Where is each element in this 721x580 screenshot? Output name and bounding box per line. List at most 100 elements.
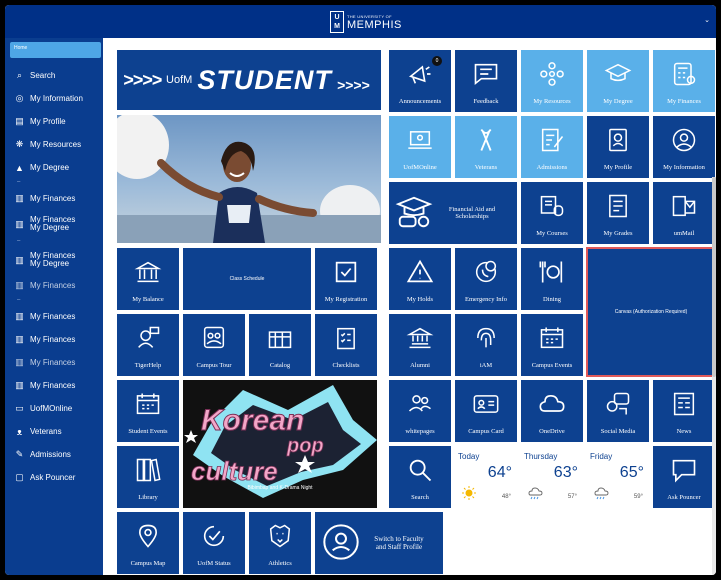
tile-my-resources[interactable]: My Resources bbox=[521, 50, 583, 112]
tour-group-icon bbox=[183, 314, 245, 362]
tile-ask-pouncer[interactable]: Ask Pouncer bbox=[653, 446, 715, 508]
sidebar-item-my-finances[interactable]: ▥ My Finances My Degree bbox=[5, 210, 103, 238]
banner-arrows-right: >>>> bbox=[336, 77, 370, 93]
tile-ummail[interactable]: umMail bbox=[653, 182, 715, 244]
rain-cloud-icon bbox=[528, 487, 543, 500]
tile-news[interactable]: News bbox=[653, 380, 715, 442]
tile-my-registration[interactable]: My Registration bbox=[315, 248, 377, 310]
tile-student-events[interactable]: Student Events bbox=[117, 380, 179, 442]
tile-onedrive[interactable]: OneDrive bbox=[521, 380, 583, 442]
sidebar: Home ⌕ Search ◎ My Information ▤ My Profile… bbox=[5, 38, 103, 575]
sidebar-item-my-finances[interactable]: ▥ My Finances bbox=[5, 187, 103, 210]
sidebar-item-admissions[interactable]: ✎ Admissions bbox=[5, 443, 103, 466]
sidebar-item-my-degree[interactable]: ▲ My Degree bbox=[5, 156, 103, 179]
tile-campus-card[interactable]: Campus Card bbox=[455, 380, 517, 442]
scrollbar-thumb[interactable] bbox=[712, 177, 716, 377]
laptop-icon bbox=[389, 116, 451, 164]
ribbon-icon: ᴥ bbox=[16, 426, 23, 437]
tile-my-holds[interactable]: My Holds bbox=[389, 248, 451, 310]
tile-label: Checklists bbox=[332, 362, 360, 369]
star-shape bbox=[184, 430, 198, 443]
sidebar-item-my-finances[interactable]: ▥ My Finances bbox=[5, 274, 103, 297]
sidebar-item-my-finances[interactable]: ▥ My Finances bbox=[5, 328, 103, 351]
tile-switch-profile[interactable]: Switch to Faculty and Staff Profile bbox=[315, 512, 443, 574]
tile-campus-tour[interactable]: Campus Tour bbox=[183, 314, 245, 376]
sidebar-item-home[interactable]: Home bbox=[10, 42, 101, 58]
tile-my-balance[interactable]: My Balance bbox=[117, 248, 179, 310]
tile-dining[interactable]: Dining bbox=[521, 248, 583, 310]
sidebar-item-my-finances[interactable]: ▥ My Finances bbox=[5, 351, 103, 374]
tile-alumni[interactable]: Alumni bbox=[389, 314, 451, 376]
switch-profile-icon bbox=[321, 522, 361, 564]
sidebar-item-my-finances[interactable]: ▥ My Finances bbox=[5, 305, 103, 328]
tile-checklists[interactable]: Checklists bbox=[315, 314, 377, 376]
sidebar-item-veterans[interactable]: ᴥ Veterans bbox=[5, 420, 103, 443]
24-hour-phone-icon bbox=[455, 248, 517, 296]
university-logo[interactable]: UM THE UNIVERSITY OF MEMPHIS bbox=[330, 11, 402, 33]
application-form-icon bbox=[521, 116, 583, 164]
grades-icon bbox=[587, 182, 649, 230]
tile-canvas[interactable]: Canvas (Authorization Required) bbox=[586, 247, 716, 377]
sidebar-item-label: My Degree bbox=[30, 163, 70, 172]
tile-feedback[interactable]: Feedback bbox=[455, 50, 517, 112]
tile-my-courses[interactable]: My Courses bbox=[521, 182, 583, 244]
bank-icon: ▥ bbox=[15, 380, 24, 390]
tile-label: Student Events bbox=[128, 428, 168, 435]
tile-label: Campus Events bbox=[531, 362, 573, 369]
tile-catalog[interactable]: Catalog bbox=[249, 314, 311, 376]
tile-admissions[interactable]: Admissions bbox=[521, 116, 583, 178]
tile-my-degree[interactable]: My Degree bbox=[587, 50, 649, 112]
sidebar-item-label: Veterans bbox=[30, 427, 62, 436]
tile-label: Search bbox=[411, 494, 429, 501]
weather-low: 48° bbox=[501, 494, 511, 500]
bank-icon: ▥ bbox=[15, 193, 24, 203]
sidebar-item-my-finances[interactable]: ▥ My Finances My Degree bbox=[5, 246, 103, 274]
sidebar-item-uofmonline[interactable]: ▭ UofMOnline bbox=[5, 397, 103, 420]
tile-search[interactable]: Search bbox=[389, 446, 451, 508]
laptop-icon: ▭ bbox=[15, 403, 24, 413]
sidebar-item-search[interactable]: ⌕ Search bbox=[5, 64, 103, 87]
sidebar-item-label: My Finances bbox=[30, 358, 76, 367]
event-promo-card[interactable]: Korean pop culture Bibimbap and K-Drama … bbox=[183, 380, 377, 508]
tile-my-grades[interactable]: My Grades bbox=[587, 182, 649, 244]
tile-my-information[interactable]: My Information bbox=[653, 116, 715, 178]
calculator-icon bbox=[653, 50, 715, 98]
tile-tigerhelp[interactable]: TigerHelp bbox=[117, 314, 179, 376]
tile-iam[interactable]: iAM bbox=[455, 314, 517, 376]
sidebar-item-my-profile[interactable]: ▤ My Profile bbox=[5, 110, 103, 133]
banner-arrows-left: >>>> bbox=[123, 69, 162, 90]
sidebar-item-label: My Finances My Degree bbox=[30, 215, 76, 232]
tile-my-profile[interactable]: My Profile bbox=[587, 116, 649, 178]
tile-my-finances[interactable]: My Finances bbox=[653, 50, 715, 112]
sidebar-item-label: Search bbox=[30, 71, 56, 80]
tile-class-schedule[interactable]: Class Schedule bbox=[183, 248, 311, 310]
tile-veterans[interactable]: Veterans bbox=[455, 116, 517, 178]
tile-social-media[interactable]: Social Media bbox=[587, 380, 649, 442]
tile-emergency-info[interactable]: Emergency Info bbox=[455, 248, 517, 310]
sidebar-item-my-finances[interactable]: ▥ My Finances bbox=[5, 374, 103, 397]
tile-label: Campus Card bbox=[468, 428, 504, 435]
top-bar: UM THE UNIVERSITY OF MEMPHIS ⌄ bbox=[5, 5, 716, 38]
sidebar-item-my-resources[interactable]: ❋ My Resources bbox=[5, 133, 103, 156]
tile-uofm-status[interactable]: UofM Status bbox=[183, 512, 245, 574]
tile-uofmonline[interactable]: UofMOnline bbox=[389, 116, 451, 178]
social-media-icon bbox=[587, 380, 649, 428]
sidebar-item-ask-pouncer[interactable]: ▢ Ask Pouncer bbox=[5, 466, 103, 489]
tile-library[interactable]: Library bbox=[117, 446, 179, 508]
menu-caret-icon[interactable]: ⌄ bbox=[704, 16, 710, 24]
alumni-building-icon bbox=[389, 314, 451, 362]
tile-announcements[interactable]: 0 Announcements bbox=[389, 50, 451, 112]
id-card-icon: ▤ bbox=[15, 116, 24, 126]
scholarship-icon bbox=[395, 193, 433, 233]
sidebar-item-label: My Finances bbox=[30, 381, 76, 390]
tile-athletics[interactable]: Athletics bbox=[249, 512, 311, 574]
tile-financial-aid[interactable]: Financial Aid and Scholarships bbox=[389, 182, 517, 244]
sidebar-item-label: My Information bbox=[30, 94, 83, 103]
tile-campus-map[interactable]: Campus Map bbox=[117, 512, 179, 574]
warning-icon bbox=[389, 248, 451, 296]
uniform-letters bbox=[227, 205, 251, 223]
tile-campus-events[interactable]: Campus Events bbox=[521, 314, 583, 376]
scrollbar[interactable] bbox=[712, 177, 716, 575]
tile-whitepages[interactable]: whitepages bbox=[389, 380, 451, 442]
sidebar-item-my-information[interactable]: ◎ My Information bbox=[5, 87, 103, 110]
